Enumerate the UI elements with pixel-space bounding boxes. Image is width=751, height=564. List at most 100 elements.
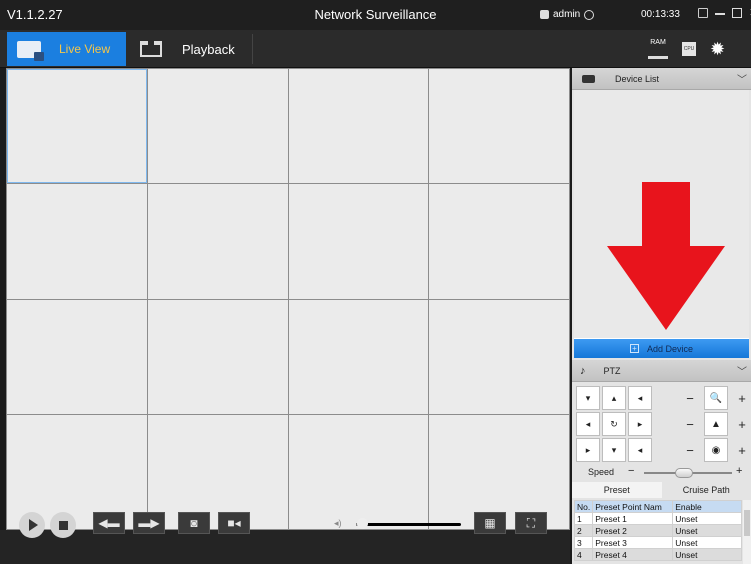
video-cell[interactable] — [429, 299, 569, 414]
cpu-icon[interactable]: CPU — [682, 42, 696, 56]
ptz-direction-button[interactable]: ◂ — [576, 412, 600, 436]
tab-live-view[interactable]: Live View — [7, 32, 126, 66]
record-button[interactable]: ■◂ — [218, 512, 250, 534]
main-toolbar: Live View Playback RAM CPU ✹ — [0, 30, 751, 68]
preset-table-scrollbar[interactable] — [743, 500, 751, 564]
video-cell[interactable] — [147, 69, 288, 184]
video-grid — [6, 68, 570, 530]
volume-slider[interactable] — [356, 523, 461, 526]
clock: 00:13:33 — [641, 9, 680, 20]
globe-icon[interactable] — [584, 9, 595, 20]
ptz-increase-button[interactable]: + — [730, 438, 751, 462]
ptz-zoom-controls: − 🔍 + − ▲ + − ◉ + — [678, 386, 751, 462]
ptz-direction-button[interactable]: ▸ — [628, 412, 652, 436]
tab-playback-label: Playback — [182, 41, 235, 57]
user-info[interactable]: admin — [540, 9, 595, 20]
device-list-title: Device List — [615, 73, 660, 84]
table-cell: Preset 4 — [592, 548, 674, 561]
layout-button[interactable]: ▦ — [474, 512, 506, 534]
add-device-button[interactable]: + Add Device — [574, 338, 749, 358]
tab-preset[interactable]: Preset — [572, 482, 662, 498]
video-cell[interactable] — [147, 299, 288, 414]
table-row[interactable]: 3 Preset 3 Unset — [573, 536, 742, 549]
device-list-header[interactable]: Device List ﹀ — [572, 68, 751, 90]
video-cell[interactable] — [429, 69, 569, 184]
play-button[interactable] — [19, 512, 45, 538]
video-cell[interactable] — [147, 184, 288, 299]
ram-icon[interactable]: RAM — [648, 39, 668, 59]
table-cell: Preset 3 — [592, 536, 674, 549]
ptz-direction-button[interactable]: ▾ — [602, 438, 626, 462]
tab-divider — [252, 34, 253, 64]
minimize-icon[interactable] — [715, 8, 725, 15]
table-row[interactable]: 4 Preset 4 Unset — [573, 548, 742, 561]
speed-handle[interactable] — [674, 468, 693, 478]
speed-decrease-button[interactable]: − — [628, 465, 634, 477]
ptz-icon: ♪ — [580, 364, 586, 377]
table-cell: Unset — [672, 524, 742, 537]
play-icon — [29, 519, 38, 531]
tab-cruise-path[interactable]: Cruise Path — [662, 482, 751, 498]
table-cell: 4 — [573, 548, 594, 561]
video-cell[interactable] — [288, 69, 429, 184]
ptz-direction-button[interactable]: ▴ — [602, 386, 626, 410]
video-cell[interactable] — [288, 414, 429, 529]
video-cell[interactable] — [288, 299, 429, 414]
fullscreen-button[interactable]: ⛶ — [515, 512, 547, 534]
iris-icon: ◉ — [704, 438, 728, 462]
snapshot-button[interactable]: ◙ — [178, 512, 210, 534]
ptz-header[interactable]: ♪ PTZ ﹀ — [572, 360, 751, 382]
device-list-icon — [582, 74, 595, 83]
chevron-down-icon[interactable]: ﹀ — [737, 71, 747, 86]
video-camera-icon: ■◂ — [227, 516, 241, 530]
tab-playback[interactable]: Playback — [132, 32, 250, 66]
table-cell: Preset 1 — [592, 512, 674, 525]
video-cell[interactable] — [288, 184, 429, 299]
table-cell: 3 — [573, 536, 594, 549]
ptz-decrease-button[interactable]: − — [678, 412, 702, 436]
table-header-row: No. Preset Point Nam Enable — [573, 500, 742, 513]
previous-button[interactable]: ◀▬ — [93, 512, 125, 534]
column-header[interactable]: No. — [573, 500, 594, 513]
table-cell: Preset 2 — [592, 524, 674, 537]
ptz-auto-rotate-button[interactable]: ↻ — [602, 412, 626, 436]
add-device-label: Add Device — [646, 343, 694, 354]
playback-icon — [140, 41, 162, 57]
ptz-direction-button[interactable]: ◂ — [628, 438, 652, 462]
title-bar: V1.1.2.27 Network Surveillance admin 00:… — [0, 0, 751, 30]
ptz-direction-button[interactable]: ◂ — [628, 386, 652, 410]
arrow-right-icon: ▬▶ — [138, 516, 160, 530]
ptz-direction-button[interactable]: ▾ — [576, 386, 600, 410]
red-arrow-annotation — [607, 182, 725, 330]
stop-button[interactable] — [50, 512, 76, 538]
ptz-tabs: Preset Cruise Path — [572, 482, 751, 498]
ptz-direction-button[interactable]: ▸ — [576, 438, 600, 462]
speed-increase-button[interactable]: + — [736, 465, 742, 477]
right-panel: Device List ﹀ + Add Device ♪ PTZ ﹀ ▾ ▴ ◂ ◂ ↻… — [572, 68, 751, 564]
column-header[interactable]: Enable — [672, 500, 742, 513]
table-row[interactable]: 1 Preset 1 Unset — [573, 512, 742, 525]
bottom-bar — [0, 530, 570, 564]
next-button[interactable]: ▬▶ — [133, 512, 165, 534]
plus-icon: + — [629, 344, 639, 353]
ptz-increase-button[interactable]: + — [730, 386, 751, 410]
video-cell[interactable] — [7, 299, 147, 414]
ptz-increase-button[interactable]: + — [730, 412, 751, 436]
table-row[interactable]: 2 Preset 2 Unset — [573, 524, 742, 537]
ptz-decrease-button[interactable]: − — [678, 386, 702, 410]
ptz-decrease-button[interactable]: − — [678, 438, 702, 462]
ptz-direction-pad: ▾ ▴ ◂ ◂ ↻ ▸ ▸ ▾ ◂ — [576, 386, 652, 462]
video-cell[interactable] — [7, 69, 147, 184]
video-cell[interactable] — [7, 184, 147, 299]
volume-icon[interactable]: ◂) — [334, 518, 342, 529]
user-icon — [540, 10, 549, 19]
tab-live-view-label: Live View — [59, 42, 111, 56]
video-cell[interactable] — [429, 184, 569, 299]
column-header[interactable]: Preset Point Nam — [592, 500, 674, 513]
gear-icon[interactable]: ✹ — [710, 40, 725, 58]
table-cell: 1 — [573, 512, 594, 525]
scrollbar-thumb[interactable] — [744, 510, 750, 536]
chevron-down-icon[interactable]: ﹀ — [737, 363, 747, 378]
pin-icon[interactable] — [698, 8, 708, 18]
maximize-icon[interactable] — [732, 8, 742, 18]
